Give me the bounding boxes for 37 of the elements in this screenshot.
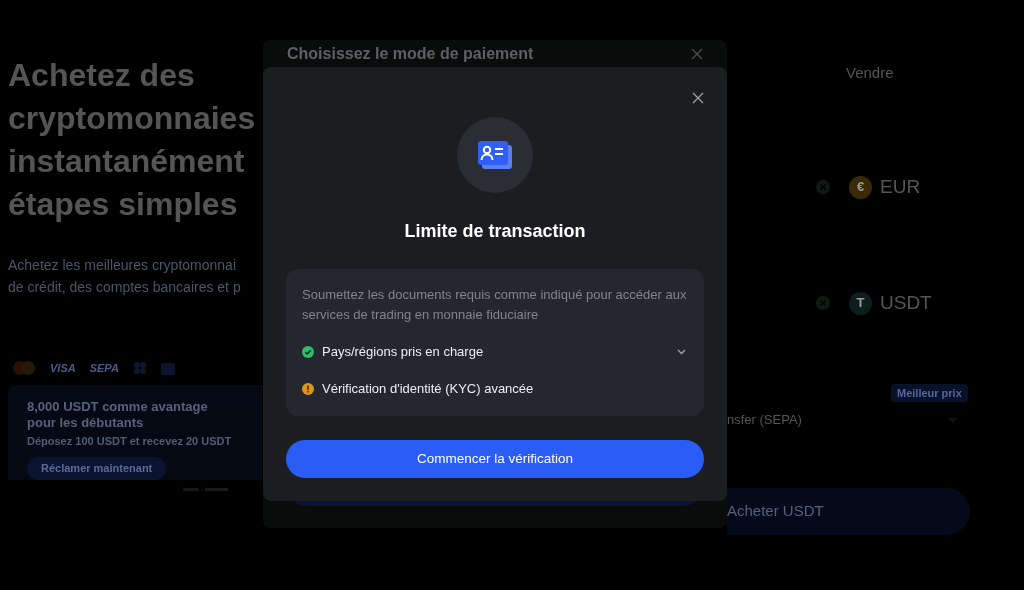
promo-title: 8,000 USDT comme avantage pour les débutants bbox=[27, 399, 209, 431]
close-icon bbox=[692, 92, 704, 104]
close-button[interactable] bbox=[691, 91, 705, 105]
dialog-title: Limite de transaction bbox=[404, 220, 586, 243]
headline: Achetez des bbox=[8, 56, 196, 95]
intro-text: de crédit, des comptes bancaires et p bbox=[8, 278, 242, 297]
wallet-icon bbox=[160, 361, 175, 375]
requirement-label: Pays/régions pris en charge bbox=[322, 343, 484, 362]
buy-button[interactable]: Acheter USDT bbox=[727, 488, 970, 535]
headline: instantanément bbox=[8, 142, 246, 181]
headline: étapes simples bbox=[8, 185, 239, 224]
coin-icon: T bbox=[849, 291, 872, 315]
coin-icon: € bbox=[849, 175, 872, 199]
check-icon bbox=[302, 346, 314, 358]
close-icon[interactable] bbox=[691, 48, 703, 60]
requirement-label: Vérification d'identité (KYC) avancée bbox=[322, 380, 534, 399]
payment-logo: VISA bbox=[50, 360, 76, 376]
promo-subtitle: Déposez 100 USDT et recevez 20 USDT bbox=[27, 434, 233, 449]
payment-logo: SEPA bbox=[89, 360, 119, 376]
dialog-title: Choisissez le mode de paiement bbox=[287, 44, 534, 64]
card-logo-icon bbox=[12, 361, 36, 375]
sell-tab[interactable]: Vendre bbox=[846, 62, 894, 84]
clear-icon[interactable] bbox=[816, 296, 830, 310]
headline: cryptomonnaies bbox=[8, 99, 257, 138]
start-verification-button[interactable]: Commencer la vérification bbox=[286, 440, 704, 478]
claim-button[interactable]: Réclamer maintenant bbox=[27, 456, 167, 480]
id-card-icon bbox=[476, 139, 514, 171]
chevron-down-icon[interactable] bbox=[677, 349, 686, 355]
intro-text: Achetez les meilleures cryptomonnai bbox=[8, 256, 237, 275]
clear-icon[interactable] bbox=[816, 180, 830, 194]
description-text: Soumettez les documents requis comme indiqué pour accéder aux services de trading en monnaie fiduciaire bbox=[302, 286, 688, 324]
payment-method-select[interactable]: nsfer (SEPA) bbox=[727, 410, 957, 430]
dots-icon bbox=[132, 361, 147, 375]
info-icon bbox=[302, 383, 314, 395]
currency-code: EUR bbox=[880, 174, 921, 199]
best-price-badge: Meilleur prix bbox=[891, 384, 968, 402]
currency-code: USDT bbox=[880, 290, 932, 315]
